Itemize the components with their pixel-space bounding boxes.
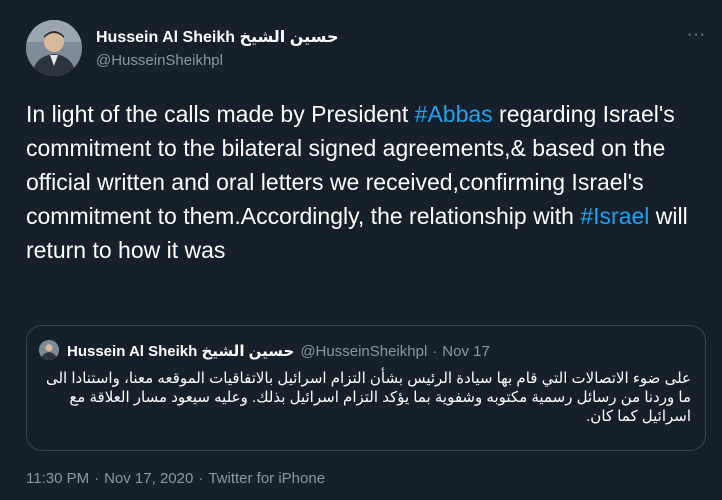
hashtag-abbas-link[interactable]: #Abbas [415, 101, 493, 127]
author-name-row: Hussein Al Sheikh حسين الشيخ [96, 26, 338, 48]
quoted-tweet[interactable]: Hussein Al Sheikh حسين الشيخ @HusseinShe… [26, 325, 706, 451]
more-horizontal-icon: ··· [687, 26, 706, 43]
tweet-timestamp-time[interactable]: 11:30 PM [26, 470, 89, 487]
tweet-metadata: 11:30 PM · Nov 17, 2020 · Twitter for iPhone [26, 470, 325, 487]
quoted-author-handle: @HusseinSheikhpl [300, 342, 428, 360]
tweet-text-part-1: In light of the calls made by President [26, 101, 415, 127]
tweet-card: Hussein Al Sheikh حسين الشيخ @HusseinShe… [0, 0, 722, 500]
more-options-button[interactable]: ··· [687, 26, 706, 43]
quoted-separator: · [432, 342, 438, 360]
hashtag-israel-link[interactable]: #Israel [580, 203, 649, 229]
quoted-author-avatar-image [39, 340, 59, 360]
quoted-tweet-header: Hussein Al Sheikh حسين الشيخ @HusseinShe… [67, 342, 490, 361]
quoted-tweet-date: Nov 17 [442, 342, 490, 360]
quoted-author-name: Hussein Al Sheikh حسين الشيخ [67, 343, 295, 360]
tweet-source-link[interactable]: Twitter for iPhone [208, 470, 325, 487]
tweet-timestamp-date[interactable]: Nov 17, 2020 [104, 470, 193, 487]
meta-separator: · [198, 470, 204, 487]
author-handle[interactable]: @HusseinSheikhpl [96, 52, 223, 69]
tweet-text: In light of the calls made by President … [26, 97, 696, 267]
author-avatar[interactable] [26, 20, 82, 76]
meta-separator: · [94, 470, 100, 487]
author-avatar-image [26, 20, 82, 76]
quoted-author-avatar [39, 340, 59, 360]
author-display-name[interactable]: Hussein Al Sheikh حسين الشيخ [96, 27, 338, 47]
quoted-tweet-text: على ضوء الاتصالات التي قام بها سيادة الر… [45, 370, 691, 425]
